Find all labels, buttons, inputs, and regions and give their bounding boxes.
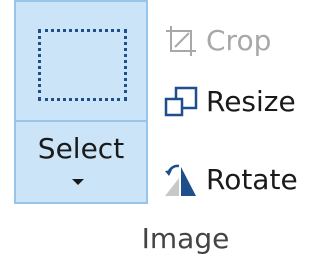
resize-label: Resize <box>206 85 296 118</box>
crop-label: Crop <box>206 24 272 57</box>
image-group: Select Crop Resize Rotate Image <box>0 0 331 268</box>
crop-icon <box>162 22 200 60</box>
resize-button[interactable]: Resize <box>162 78 296 126</box>
resize-icon <box>162 83 200 121</box>
chevron-down-icon <box>72 179 84 185</box>
select-dropdown-button[interactable]: Select <box>14 120 148 204</box>
selection-rectangle-icon <box>38 29 127 101</box>
select-label: Select <box>37 132 125 165</box>
crop-button[interactable]: Crop <box>162 17 271 65</box>
rotate-icon <box>162 161 200 199</box>
group-label: Image <box>141 222 230 255</box>
select-button[interactable] <box>14 0 148 122</box>
rotate-label: Rotate <box>206 163 298 196</box>
rotate-button[interactable]: Rotate <box>162 156 298 204</box>
